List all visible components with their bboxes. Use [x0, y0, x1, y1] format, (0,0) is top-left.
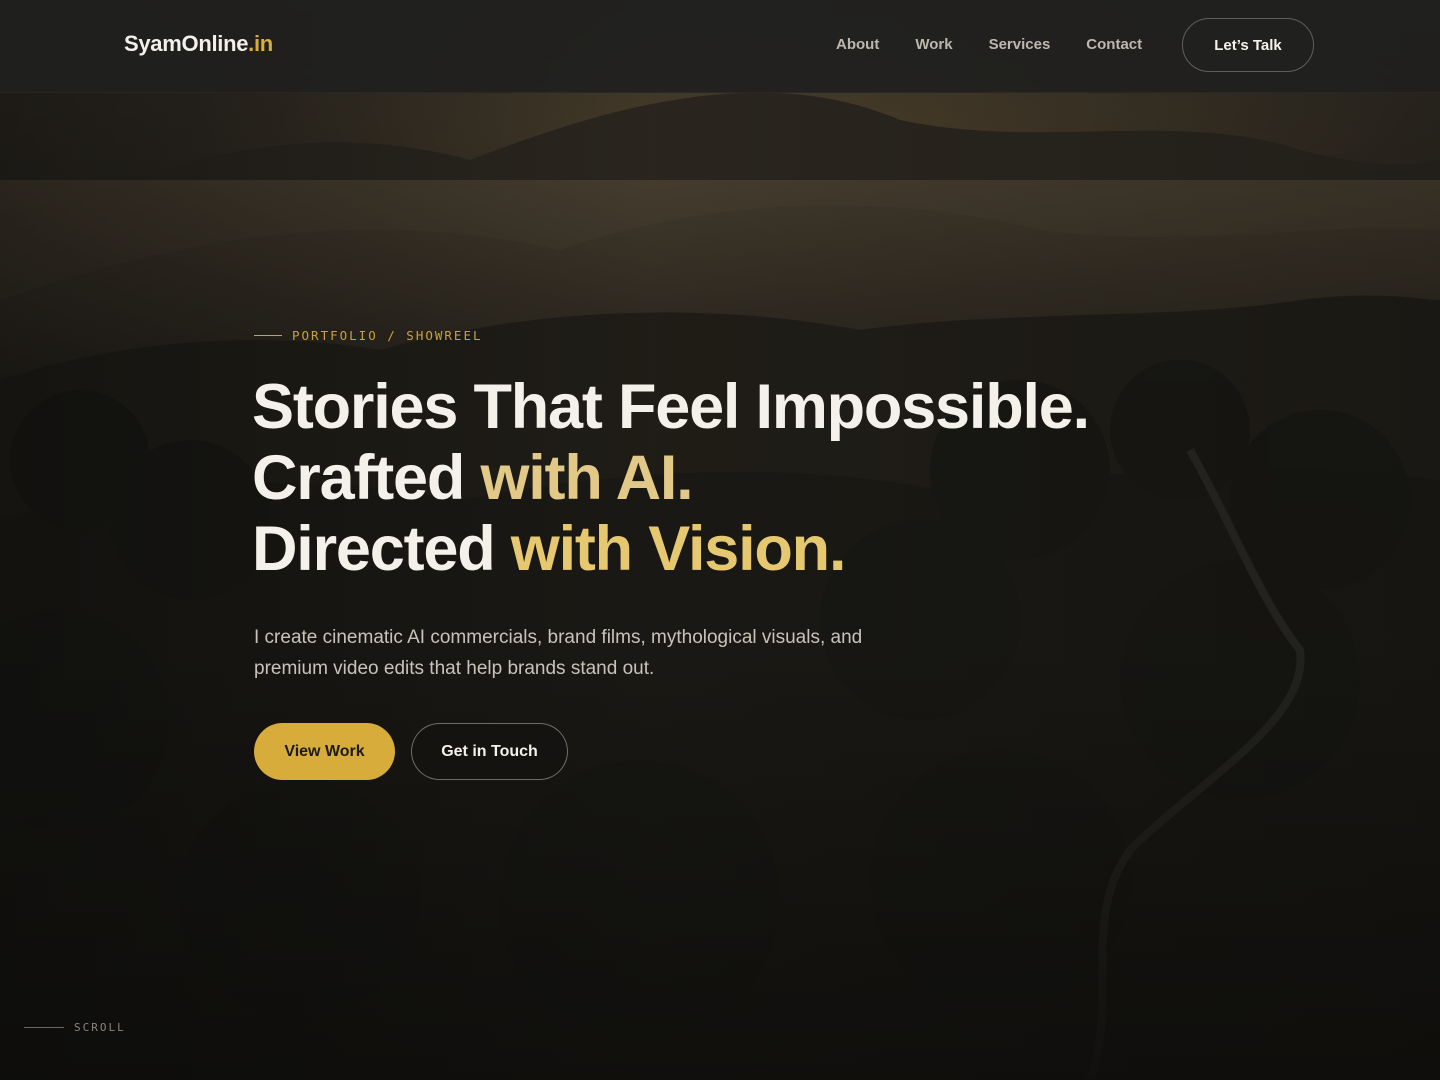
headline-line-1: Stories That Feel Impossible. — [252, 372, 1090, 442]
main-nav: About Work Services Contact — [836, 36, 1142, 53]
lets-talk-button[interactable]: Let’s Talk — [1182, 18, 1314, 72]
headline-line-2-prefix: Crafted — [252, 443, 481, 513]
get-in-touch-button[interactable]: Get in Touch — [411, 723, 568, 780]
hero-eyebrow: PORTFOLIO / SHOWREEL — [254, 328, 483, 343]
eyebrow-line — [254, 335, 282, 336]
scroll-label: SCROLL — [74, 1021, 126, 1034]
logo-name: SyamOnline — [124, 31, 249, 56]
headline-line-2-accent: with AI. — [480, 443, 693, 513]
page: SyamOnline.in About Work Services Contac… — [0, 0, 1440, 1080]
nav-link-contact[interactable]: Contact — [1086, 36, 1142, 53]
nav-link-work[interactable]: Work — [915, 36, 952, 53]
view-work-button[interactable]: View Work — [254, 723, 395, 780]
hero-subtitle: I create cinematic AI commercials, brand… — [254, 627, 863, 679]
nav-link-services[interactable]: Services — [989, 36, 1051, 53]
headline-line-3-prefix: Directed — [252, 514, 511, 584]
nav-link-about[interactable]: About — [836, 36, 879, 53]
hero-headline: Stories That Feel Impossible. Crafted wi… — [252, 372, 1090, 585]
scroll-indicator[interactable]: SCROLL — [24, 1021, 126, 1034]
headline-line-3-accent: with Vision. — [510, 514, 847, 584]
scroll-line — [24, 1027, 64, 1028]
site-header: SyamOnline.in About Work Services Contac… — [0, 0, 1440, 93]
site-logo[interactable]: SyamOnline.in — [124, 31, 273, 57]
logo-suffix: .in — [248, 31, 273, 56]
eyebrow-text: PORTFOLIO / SHOWREEL — [292, 328, 483, 343]
